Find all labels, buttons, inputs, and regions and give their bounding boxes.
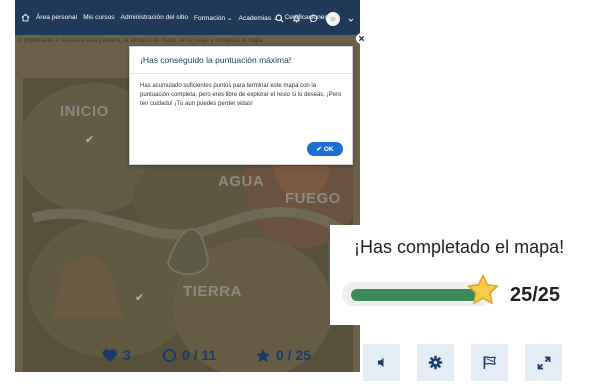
progress-bar-fill xyxy=(351,289,483,301)
nav-area-personal[interactable]: Área personal xyxy=(36,14,77,21)
close-icon[interactable] xyxy=(356,33,367,44)
nav-mis-cursos[interactable]: Mis cursos xyxy=(83,14,115,21)
nav-formacion[interactable]: Formación ⌄ xyxy=(194,14,233,22)
circle-icon xyxy=(162,348,177,362)
top-navbar: Área personal Mis cursos Administración … xyxy=(15,0,360,35)
star-icon xyxy=(255,348,271,362)
star-icon xyxy=(467,274,499,304)
dialog-title: ¡Has conseguido la puntuación máxima! xyxy=(140,55,292,65)
volume-icon xyxy=(378,358,384,367)
map-label-fuego: FUEGO xyxy=(285,190,341,207)
map-label-agua: AGUA xyxy=(218,173,265,190)
ok-button[interactable]: ✔ OK xyxy=(307,142,343,156)
navbar-icons: ☺ xyxy=(275,10,354,28)
breadcrumb: /// Importante! // Visualiza esta pantal… xyxy=(17,38,263,44)
fullscreen-button[interactable] xyxy=(525,344,562,381)
settings-button[interactable] xyxy=(417,344,454,381)
avatar-icon[interactable]: ☺ xyxy=(326,12,340,26)
max-score-dialog: ¡Has conseguido la puntuación máxima! Ha… xyxy=(129,46,353,165)
nav-academias[interactable]: Academias ⌄ xyxy=(239,14,279,22)
stars-counter: 0 / 25 xyxy=(255,347,311,363)
game-toolbar: 3 0 / 11 0 / 25 xyxy=(90,330,606,387)
lives-count: 3 xyxy=(123,347,131,363)
checkpoints-count: 0 / 11 xyxy=(182,347,217,363)
map-complete-card: ¡Has completado el mapa! 25/25 xyxy=(330,225,606,325)
flag-button[interactable] xyxy=(471,344,508,381)
map-label-tierra: TIERRA xyxy=(183,283,242,300)
ok-button-label: OK xyxy=(323,145,334,153)
expand-icon xyxy=(537,356,550,369)
flag-icon xyxy=(483,356,496,370)
checkpoints-counter: 0 / 11 xyxy=(162,347,216,363)
stars-count: 0 / 25 xyxy=(276,347,312,363)
nav-administracion[interactable]: Administración del sitio xyxy=(121,14,188,21)
search-icon[interactable] xyxy=(275,10,284,28)
chat-icon[interactable] xyxy=(309,10,318,28)
map-label-inicio: INICIO xyxy=(60,103,109,120)
sound-button[interactable] xyxy=(363,344,400,381)
gear-icon xyxy=(428,355,443,370)
dialog-message: Has acumulado suficientes puntos para te… xyxy=(140,83,342,107)
score-text: 25/25 xyxy=(510,284,561,306)
dialog-header: ¡Has conseguido la puntuación máxima! xyxy=(130,47,352,74)
check-icon: ✔ xyxy=(85,134,95,146)
heart-icon xyxy=(102,348,118,362)
chevron-down-icon[interactable] xyxy=(348,10,354,28)
check-icon: ✔ xyxy=(135,292,145,304)
lives-counter: 3 xyxy=(102,347,131,363)
complete-title: ¡Has completado el mapa! xyxy=(354,237,565,257)
check-icon: ✔ xyxy=(316,146,322,153)
bell-icon[interactable] xyxy=(292,10,301,28)
home-icon[interactable] xyxy=(20,13,30,23)
